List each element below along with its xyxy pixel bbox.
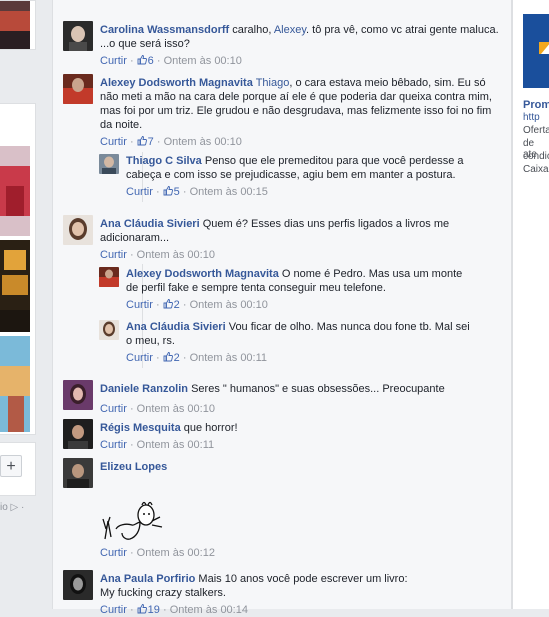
like-count[interactable]: 7	[137, 136, 154, 148]
thumbs-up-icon	[137, 55, 147, 65]
comment-body: Elizeu Lopes Curtir · Ontem às 00:12	[100, 460, 500, 560]
ad-image[interactable]	[523, 14, 549, 88]
avatar[interactable]	[99, 320, 119, 340]
ad-line: Caixa	[523, 164, 549, 175]
ad-url[interactable]: http	[523, 112, 540, 123]
like-link[interactable]: Curtir	[100, 403, 127, 415]
comment-meta: Curtir · 6 · Ontem às 00:10	[100, 55, 242, 67]
comment-text: Seres " humanos" e suas obsessões... Pre…	[188, 383, 445, 395]
comment-author[interactable]: Thiago C Silva	[126, 155, 202, 167]
comment-body: Ana Cláudia Sivieri Quem é? Esses dias u…	[100, 217, 460, 262]
like-link[interactable]: Curtir	[100, 136, 127, 148]
comment-author[interactable]: Régis Mesquita	[100, 422, 181, 434]
comment-meta: Curtir · 5 · Ontem às 00:15	[126, 186, 268, 198]
comment-timestamp[interactable]: Ontem às 00:10	[164, 55, 242, 67]
right-column-ad: Prom http Oferta de ate condic Caixa	[512, 0, 549, 609]
comment-body: Carolina Wassmansdorff caralho, Alexey. …	[100, 23, 500, 68]
avatar[interactable]	[63, 570, 93, 600]
comment-meta: Curtir · Ontem às 00:11	[100, 439, 215, 451]
comment-author[interactable]: Alexey Dodsworth Magnavita	[126, 268, 279, 280]
comment-meta: Curtir · Ontem às 00:10	[100, 403, 215, 415]
comments-panel: Carolina Wassmansdorff caralho, Alexey. …	[52, 0, 512, 616]
thumbs-up-icon	[137, 136, 147, 146]
comment-meta: Curtir · 7 · Ontem às 00:10	[100, 136, 242, 148]
comment-author[interactable]: Carolina Wassmansdorff	[100, 24, 229, 36]
left-card-photos	[0, 103, 36, 435]
comment-meta: Curtir · Ontem às 00:12	[100, 547, 215, 559]
left-card-top	[0, 0, 36, 50]
comment-body: Daniele Ranzolin Seres " humanos" e suas…	[100, 382, 500, 416]
avatar[interactable]	[99, 154, 119, 174]
thumbs-up-icon	[163, 186, 173, 196]
comment-meta: Curtir · Ontem às 00:10	[100, 249, 215, 261]
comment-timestamp[interactable]: Ontem às 00:15	[190, 186, 268, 198]
comment-author[interactable]: Alexey Dodsworth Magnavita	[100, 77, 253, 89]
comment-body: Alexey Dodsworth Magnavita Thiago, o car…	[100, 76, 500, 149]
avatar[interactable]	[63, 458, 93, 488]
avatar[interactable]	[63, 74, 93, 104]
like-count[interactable]: 2	[163, 299, 180, 311]
like-count[interactable]: 5	[163, 186, 180, 198]
like-link[interactable]: Curtir	[100, 249, 127, 261]
comment-timestamp[interactable]: Ontem às 00:14	[170, 604, 248, 616]
comment-timestamp[interactable]: Ontem às 00:11	[190, 352, 267, 364]
mention-link[interactable]: Alexey	[274, 24, 306, 36]
comment-meta: Curtir · 2 · Ontem às 00:11	[126, 352, 268, 364]
add-button[interactable]: +	[0, 455, 22, 477]
ad-line: condic	[523, 151, 549, 162]
ad-title[interactable]: Prom	[523, 99, 549, 111]
avatar[interactable]	[63, 380, 93, 410]
avatar[interactable]	[99, 267, 119, 287]
comment-author[interactable]: Daniele Ranzolin	[100, 383, 188, 395]
ad-line: Oferta	[523, 125, 549, 136]
like-link[interactable]: Curtir	[100, 604, 127, 616]
thumbs-up-icon	[163, 352, 173, 362]
comment-body: Thiago C Silva Penso que ele premeditou …	[126, 154, 466, 199]
comment-timestamp[interactable]: Ontem às 00:10	[164, 136, 242, 148]
like-link[interactable]: Curtir	[126, 352, 153, 364]
avatar[interactable]	[63, 215, 93, 245]
like-link[interactable]: Curtir	[100, 55, 127, 67]
photo-thumbnail-2[interactable]	[0, 240, 30, 332]
avatar[interactable]	[63, 21, 93, 51]
left-card-actions: +	[0, 442, 36, 496]
comment-body: Alexey Dodsworth Magnavita O nome é Pedr…	[126, 267, 476, 312]
comment-text: caralho,	[229, 24, 274, 36]
photo-thumbnail-1[interactable]	[0, 146, 30, 236]
like-link[interactable]: Curtir	[126, 186, 153, 198]
like-link[interactable]: Curtir	[126, 299, 153, 311]
comment-timestamp[interactable]: Ontem às 00:11	[137, 439, 214, 451]
photo-thumbnail-3[interactable]	[0, 336, 30, 432]
comment-meta: Curtir · 19 · Ontem às 00:14	[100, 604, 248, 616]
like-count[interactable]: 2	[163, 352, 180, 364]
comment-author[interactable]: Ana Cláudia Sivieri	[126, 321, 226, 333]
comment-timestamp[interactable]: Ontem às 00:10	[137, 249, 215, 261]
comment-author[interactable]: Ana Paula Porfirio	[100, 573, 195, 585]
sticker-image[interactable]	[100, 499, 164, 543]
comment-author[interactable]: Ana Cláudia Sivieri	[100, 218, 200, 230]
thumbs-up-icon	[163, 299, 173, 309]
comment-author[interactable]: Elizeu Lopes	[100, 461, 167, 473]
comment-timestamp[interactable]: Ontem às 00:10	[190, 299, 268, 311]
avatar[interactable]	[63, 419, 93, 449]
like-count[interactable]: 6	[137, 55, 154, 67]
like-link[interactable]: Curtir	[100, 547, 127, 559]
comment-body: Ana Cláudia Sivieri Vou ficar de olho. M…	[126, 320, 476, 365]
comment-meta: Curtir · 2 · Ontem às 00:10	[126, 299, 268, 311]
thumbnail-image[interactable]	[0, 1, 30, 49]
mention-link[interactable]: Thiago	[256, 77, 290, 89]
like-link[interactable]: Curtir	[100, 439, 127, 451]
like-count[interactable]: 19	[137, 604, 160, 616]
comment-body: Ana Paula Porfirio Mais 10 anos você pod…	[100, 572, 420, 617]
left-column: + io ▷ ·	[0, 0, 36, 609]
comment-text: que horror!	[180, 422, 238, 434]
thumbs-up-icon	[137, 604, 147, 614]
comment-timestamp[interactable]: Ontem às 00:12	[137, 547, 215, 559]
comment-timestamp[interactable]: Ontem às 00:10	[137, 403, 215, 415]
comment-body: Régis Mesquita que horror! Curtir · Onte…	[100, 421, 500, 452]
left-footer-text[interactable]: io ▷ ·	[0, 502, 24, 513]
